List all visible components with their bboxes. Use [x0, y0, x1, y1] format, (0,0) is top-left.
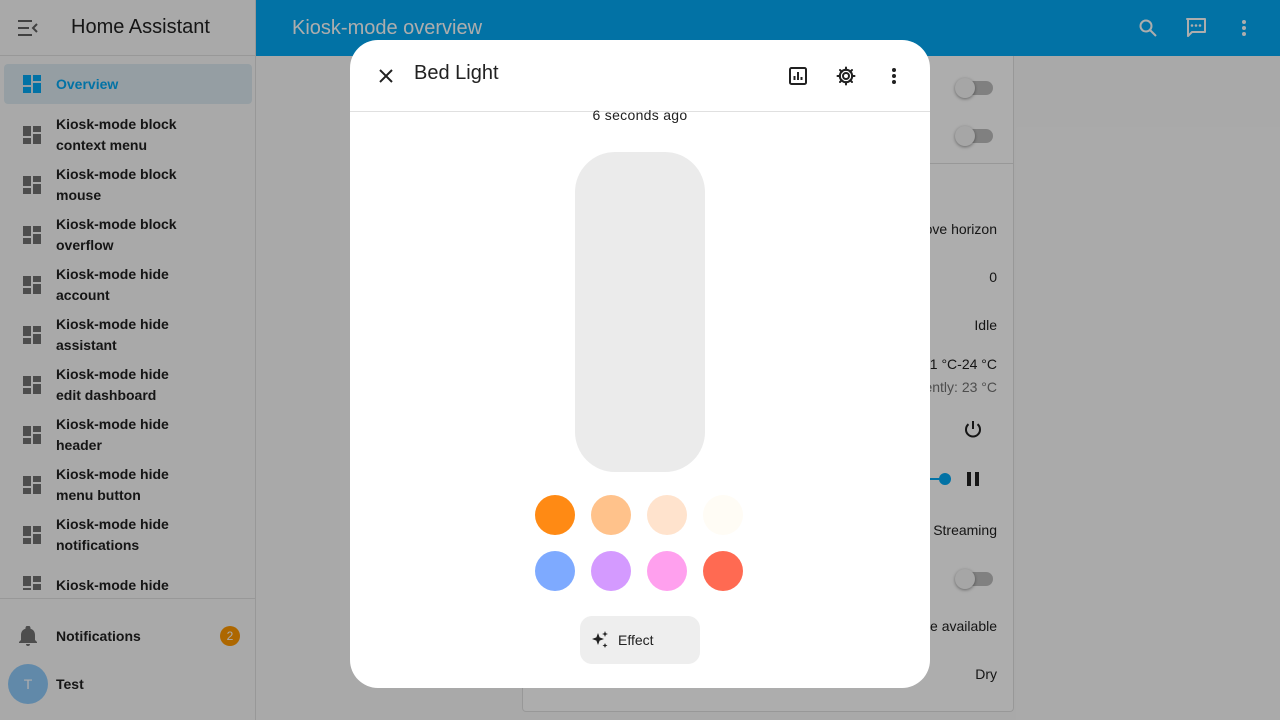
- settings-button[interactable]: [822, 52, 870, 100]
- color-swatch[interactable]: [647, 495, 687, 535]
- brightness-slider[interactable]: [575, 152, 705, 472]
- color-swatch[interactable]: [591, 551, 631, 591]
- color-swatch[interactable]: [535, 495, 575, 535]
- color-swatch[interactable]: [647, 551, 687, 591]
- dots-vertical-icon: [892, 68, 896, 84]
- more-info-dialog: Bed Light 6 seconds ago Effect: [350, 40, 930, 688]
- color-swatch[interactable]: [535, 551, 575, 591]
- color-swatch[interactable]: [703, 551, 743, 591]
- last-changed: 6 seconds ago: [592, 107, 688, 123]
- favorite-colors: [535, 495, 747, 591]
- color-swatch[interactable]: [591, 495, 631, 535]
- dialog-actions: [774, 52, 918, 100]
- chart-box-icon: [789, 67, 807, 85]
- close-icon: [379, 69, 393, 83]
- effect-button[interactable]: Effect: [580, 616, 700, 664]
- effect-label: Effect: [618, 632, 654, 648]
- dialog-header: Bed Light: [350, 40, 930, 112]
- dialog-title: Bed Light: [414, 62, 499, 84]
- dialog-overflow-button[interactable]: [870, 52, 918, 100]
- gear-icon: [836, 66, 856, 86]
- close-button[interactable]: [362, 52, 410, 100]
- history-button[interactable]: [774, 52, 822, 100]
- color-swatch[interactable]: [703, 495, 743, 535]
- sparkles-icon: [590, 630, 610, 650]
